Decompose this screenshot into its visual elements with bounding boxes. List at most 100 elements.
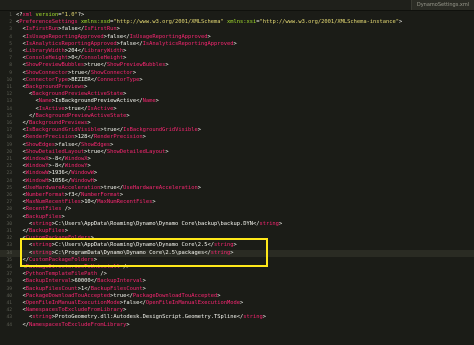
line-number: 24 — [6, 178, 12, 184]
code-editor[interactable]: 1 <?xml version="1.0"?> 2 <PreferenceSettin… — [0, 11, 474, 345]
code-token: > — [110, 141, 114, 148]
code-text: <ShowEdges>false</ShowEdges> — [16, 142, 113, 149]
code-line: 44 </NamespacesToExcludeFromLibrary> — [0, 322, 474, 329]
code-token: < — [16, 170, 26, 177]
code-text: </BackgroundPreviewActiveState> — [16, 113, 130, 120]
code-token: > — [126, 321, 130, 328]
code-token: IsBackgroundGridVisible — [123, 127, 198, 134]
code-line: 4 <IsUsageReportingApproved>false</IsUsa… — [0, 34, 474, 41]
code-token: WindowW — [25, 170, 49, 177]
code-token: xmlns:xsi — [223, 19, 257, 26]
code-text: <UseHardwareAcceleration>true</UseHardwa… — [16, 185, 201, 192]
code-text: <IsFirstRun>false</IsFirstRun> — [16, 26, 119, 33]
line-number: 4 — [9, 34, 12, 40]
code-line: 2 <PreferenceSettings xmlns:xsd="http://w… — [0, 19, 474, 26]
code-token: < — [16, 62, 26, 69]
code-token: < — [16, 105, 39, 112]
code-token: > — [93, 256, 98, 263]
code-line: 1 <?xml version="1.0"?> — [0, 12, 474, 19]
code-token: BackupFiles — [28, 228, 65, 234]
code-token: false — [61, 26, 78, 33]
line-number: 16 — [6, 121, 12, 126]
code-token: true — [71, 69, 85, 76]
code-token: string — [210, 249, 231, 256]
code-token: C:\ProgramData\Dynamo\Dynamo Core\2.5\pa… — [54, 249, 205, 256]
code-token: WindowW — [71, 170, 94, 177]
code-token: </ — [16, 120, 29, 126]
code-token: < — [16, 242, 33, 249]
code-token: IsActive — [38, 105, 65, 112]
code-token: version — [32, 12, 59, 18]
code-line: 13 <Name>IsBackgroundPreviewActive</Name… — [0, 98, 474, 105]
code-token: PackageDownloadTouAccepted — [132, 292, 218, 299]
line-number: 33 — [6, 243, 12, 249]
code-token: Name — [38, 98, 52, 105]
code-token: > — [123, 91, 127, 98]
code-line: 25 <UseHardwareAcceleration>true</UseHar… — [0, 185, 474, 192]
code-token: ShowPreviewBubbles — [25, 62, 85, 69]
line-number: 19 — [6, 142, 12, 148]
code-token: < — [16, 163, 26, 170]
code-token: C:\Users\AppData\Roaming\Dynamo\Dynamo C… — [54, 242, 208, 249]
code-token: IsUsageReportingApproved — [129, 33, 208, 40]
code-token: > — [142, 278, 146, 285]
code-text: <LibraryWidth>204</LibraryWidth> — [16, 48, 126, 55]
code-token: IsAnalyticsReportingApproved — [25, 40, 117, 47]
code-token: < — [16, 213, 26, 220]
code-line: 34 <string>C:\ProgramData\Dynamo\Dynamo … — [0, 249, 474, 257]
code-token: > — [197, 184, 202, 191]
code-text: <BackgroundPreviews> — [16, 84, 87, 91]
code-token: BackgroundPreviewActiveState — [35, 112, 127, 119]
code-token: < — [16, 69, 26, 76]
line-number: 6 — [9, 49, 12, 54]
line-number: 8 — [9, 63, 12, 69]
code-token: > — [142, 134, 146, 141]
code-token: IsActive — [87, 105, 114, 112]
code-token: false — [123, 300, 140, 306]
code-token: BEZIER — [71, 76, 91, 83]
code-text: <PackageDownloadTouAccepted>true</Packag… — [16, 292, 221, 300]
code-token: > — [123, 55, 127, 62]
code-line: 15 </BackgroundPreviewActiveState> — [0, 113, 474, 120]
code-token: > — [113, 105, 117, 112]
code-token: "1.0" — [61, 12, 78, 18]
code-token: BackupFilesCount — [90, 285, 143, 292]
tab-dynamo-settings[interactable]: DynamoSettings.xml — [411, 0, 474, 10]
code-token: string — [243, 314, 263, 321]
code-token: true — [113, 292, 127, 299]
code-text: <ShowPreviewBubbles>true</ShowPreviewBub… — [16, 62, 168, 69]
code-token: > — [262, 314, 266, 321]
code-token: WindowX — [64, 156, 88, 162]
code-token: BackupInterval — [25, 278, 72, 285]
code-line: 37 <PythonTemplateFilePath /> — [0, 271, 474, 278]
line-number: 15 — [6, 113, 12, 119]
code-line: 33 <string>C:\Users\AppData\Roaming\Dyna… — [0, 242, 474, 249]
code-line: 7 <ConsoleHeight>0</ConsoleHeight> — [0, 55, 474, 62]
code-line: 43 <string>ProtoGeometry.dll:Autodesk.De… — [0, 314, 474, 321]
code-text: <BackupFiles> — [16, 213, 64, 221]
code-token: ConsoleHeight — [25, 55, 68, 62]
code-token: < — [16, 84, 26, 90]
code-line: 30 <string>C:\Users\AppData\Roaming\Dyna… — [0, 221, 474, 228]
code-token: string — [259, 220, 279, 227]
code-line: 42 <NamespacesToExcludeFromLibrary> — [0, 307, 474, 314]
code-line: 39 <BackupFilesCount>1</BackupFilesCount… — [0, 286, 474, 293]
code-token: > — [217, 292, 221, 299]
code-token: ?> — [77, 12, 85, 18]
code-token: > — [233, 40, 237, 47]
code-token: < — [16, 235, 26, 242]
code-token: ConsoleHeight — [80, 55, 124, 62]
code-line: 14 <IsActive>true</IsActive> — [0, 106, 474, 113]
code-token: /> — [97, 271, 107, 278]
code-token: /> — [119, 264, 130, 270]
code-token: RenderPrecision — [25, 134, 75, 141]
code-token: < — [16, 33, 26, 40]
code-line: 8 <ShowPreviewBubbles>true</ShowPreviewB… — [0, 62, 474, 69]
line-number: 9 — [9, 70, 12, 76]
code-token: xmlns:xsd — [77, 19, 111, 26]
code-line: 12 <BackgroundPreviewActiveState> — [0, 91, 474, 98]
code-token: > — [142, 285, 146, 292]
line-number: 34 — [6, 250, 12, 256]
code-line: 11 <BackgroundPreviews> — [0, 84, 474, 91]
code-text: <PackageDirectoriesToUninstall /> — [16, 264, 130, 271]
